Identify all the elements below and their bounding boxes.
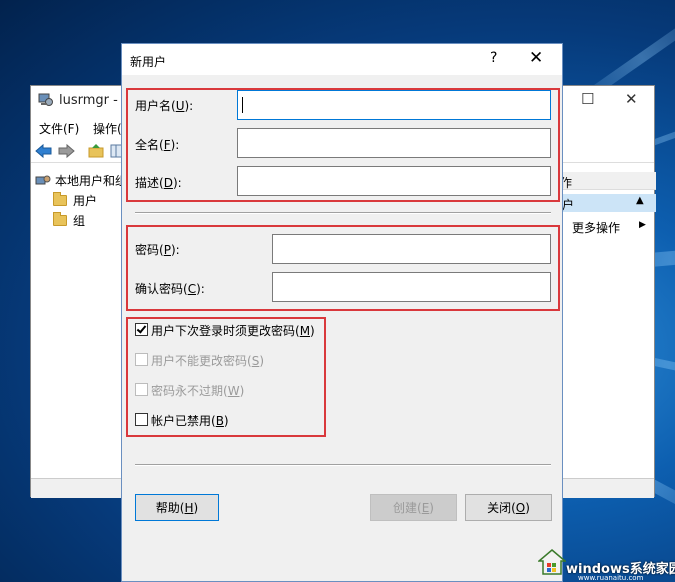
annotation-box-options xyxy=(126,317,326,437)
separator xyxy=(135,464,551,466)
computer-management-icon xyxy=(38,93,53,106)
help-icon[interactable]: ? xyxy=(490,50,497,66)
up-folder-icon[interactable] xyxy=(87,143,105,159)
close-icon[interactable]: ✕ xyxy=(625,90,638,108)
dialog-title: 新用户 xyxy=(130,55,167,69)
help-button[interactable]: 帮助(H) xyxy=(135,494,219,521)
watermark-domain: www.ruanaitu.com xyxy=(578,574,644,582)
actions-header: 作 xyxy=(556,172,656,190)
tree-item-groups[interactable]: 组 xyxy=(53,212,85,229)
close-button[interactable]: 关闭(O) xyxy=(465,494,552,521)
actions-panel: 作 户 ▲ 更多操作 ▶ xyxy=(556,172,656,292)
dialog-titlebar: 新用户 ? ✕ xyxy=(122,44,562,75)
menu-file[interactable]: 文件(F) xyxy=(39,120,79,137)
annotation-box-password-fields xyxy=(126,225,560,311)
maximize-icon[interactable]: ☐ xyxy=(581,90,594,108)
more-actions[interactable]: 更多操作 ▶ xyxy=(572,219,646,236)
create-button[interactable]: 创建(E) xyxy=(370,494,457,521)
windows-house-logo-icon xyxy=(538,549,566,575)
folder-icon xyxy=(53,192,67,206)
separator xyxy=(135,212,551,214)
users-groups-icon xyxy=(35,175,51,184)
annotation-box-name-fields xyxy=(126,88,560,202)
collapse-up-icon[interactable]: ▲ xyxy=(636,195,644,206)
lusrmgr-title: lusrmgr - [ xyxy=(59,93,128,108)
actions-selected[interactable]: 户 ▲ xyxy=(556,194,656,212)
back-arrow-icon[interactable] xyxy=(35,143,53,159)
watermark: windows系统家园 www.ruanaitu.com xyxy=(538,520,675,582)
folder-icon xyxy=(53,212,67,226)
close-icon[interactable]: ✕ xyxy=(529,48,543,68)
menu-action[interactable]: 操作( xyxy=(93,120,122,137)
chevron-right-icon: ▶ xyxy=(639,220,646,230)
tree-panel: 本地用户和组 用户 组 xyxy=(31,166,127,478)
forward-arrow-icon[interactable] xyxy=(57,143,75,159)
tree-root[interactable]: 本地用户和组 xyxy=(35,172,127,189)
tree-item-users[interactable]: 用户 xyxy=(53,192,97,209)
